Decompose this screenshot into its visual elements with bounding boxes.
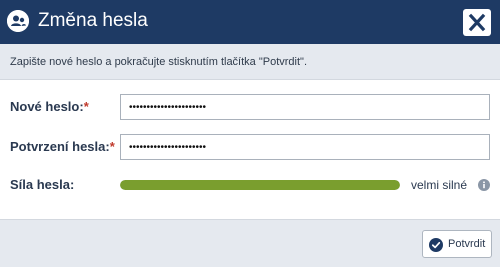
confirm-password-label: Potvrzení hesla:* xyxy=(10,139,115,155)
strength-label: Síla hesla: xyxy=(10,177,75,192)
confirm-button[interactable]: Potvrdit xyxy=(422,230,492,258)
dialog-header: Změna hesla xyxy=(0,0,500,44)
close-button[interactable] xyxy=(463,9,491,36)
new-password-label: Nové heslo:* xyxy=(10,99,89,115)
new-password-label-text: Nové heslo: xyxy=(10,99,84,114)
strength-bar xyxy=(120,180,400,190)
strength-text: velmi silné xyxy=(411,178,468,192)
dialog-footer: Potvrdit xyxy=(0,219,500,267)
required-mark: * xyxy=(83,99,89,114)
dialog-title: Změna hesla xyxy=(38,10,148,31)
confirm-password-label-text: Potvrzení hesla: xyxy=(10,139,110,154)
instruction-text: Zapište nové heslo a pokračujte stisknut… xyxy=(10,56,307,68)
confirm-password-input[interactable] xyxy=(120,134,490,160)
strength-bar-fill xyxy=(120,180,400,190)
info-bar: Zapište nové heslo a pokračujte stisknut… xyxy=(0,44,500,80)
check-circle-icon xyxy=(429,238,443,252)
info-icon[interactable] xyxy=(478,179,490,191)
required-mark: * xyxy=(109,139,115,154)
user-icon xyxy=(7,10,29,32)
close-icon xyxy=(463,9,491,36)
confirm-button-label: Potvrdit xyxy=(448,238,486,250)
new-password-input[interactable] xyxy=(120,94,490,120)
